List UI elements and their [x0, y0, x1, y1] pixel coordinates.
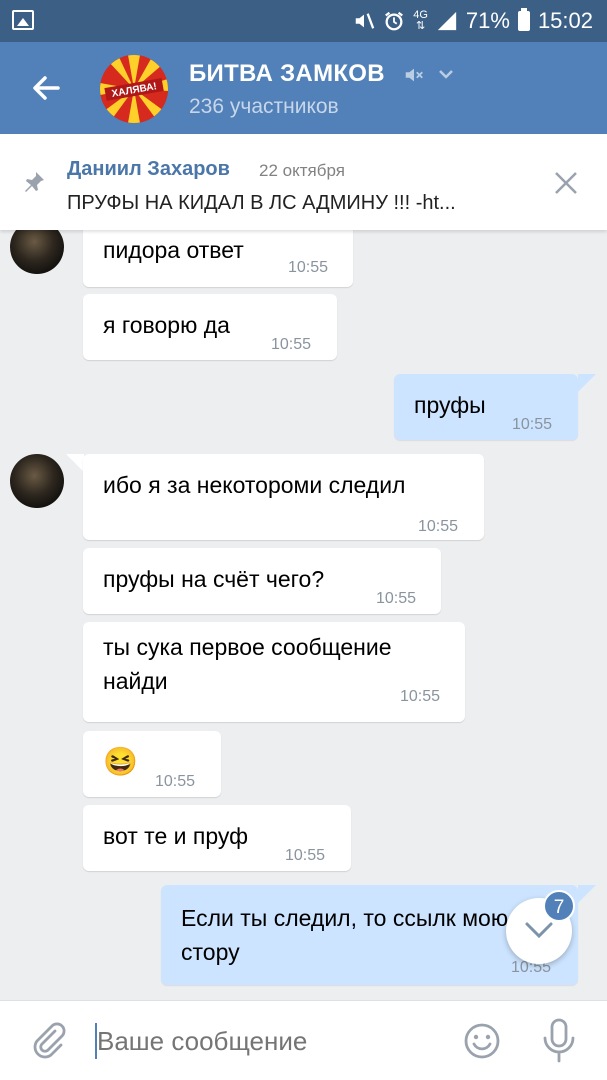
message-bubble-outgoing[interactable]: пруфы 10:55 [394, 374, 578, 440]
message-time: 10:55 [376, 590, 417, 607]
network-type: 4G ⇅ [413, 9, 428, 32]
message-time: 10:55 [155, 773, 196, 790]
pinned-text[interactable]: ПРУФЫ НА КИДАЛ В ЛС АДМИНУ !!! -ht... [67, 192, 527, 215]
message-text: пруфы на счёт чего? [103, 566, 325, 592]
bubble-tail [578, 374, 596, 392]
message-text: ибо я за некотороми следил [103, 472, 406, 498]
message-time: 10:55 [285, 847, 326, 864]
message-time: 10:55 [288, 259, 329, 276]
message-composer [0, 1000, 607, 1080]
message-bubble-incoming[interactable]: пруфы на счёт чего? 10:55 [83, 548, 441, 614]
message-time: 10:55 [271, 336, 312, 353]
message-text: пруфы [414, 392, 486, 418]
message-time: 10:55 [418, 518, 459, 535]
battery-icon [517, 8, 530, 31]
signal-icon [437, 11, 457, 31]
group-avatar[interactable]: ХАЛЯВА! [100, 55, 168, 123]
message-bubble-incoming[interactable]: 😆 10:55 [83, 731, 221, 797]
pinned-date: 22 октября [259, 161, 345, 180]
close-icon[interactable] [551, 168, 581, 198]
microphone-icon[interactable] [541, 1018, 577, 1064]
message-text: я говорю да [103, 312, 230, 338]
message-input[interactable] [97, 1023, 437, 1059]
unread-count-badge: 7 [543, 890, 575, 922]
chat-title[interactable]: БИТВА ЗАМКОВ [189, 60, 385, 88]
muted-icon [405, 68, 423, 82]
message-bubble-incoming[interactable]: я говорю да 10:55 [83, 294, 337, 360]
clock: 15:02 [537, 8, 593, 33]
laughing-emoji-icon: 😆 [103, 746, 138, 777]
bubble-tail [578, 885, 596, 903]
pin-icon [25, 172, 44, 192]
message-list[interactable]: пидора ответ 10:55 я говорю да 10:55 пру… [0, 230, 607, 1000]
message-time: 10:55 [400, 688, 441, 705]
paperclip-icon[interactable] [28, 1019, 68, 1059]
status-bar: 4G ⇅ 71% 15:02 [0, 0, 607, 42]
avatar[interactable] [10, 454, 64, 508]
avatar[interactable] [10, 230, 64, 274]
message-text: вот те и пруф [103, 823, 249, 849]
back-arrow-icon[interactable] [26, 68, 66, 108]
pinned-message[interactable]: Даниил Захаров 22 октября ПРУФЫ НА КИДАЛ… [0, 134, 607, 230]
message-text: Если ты следил, то ссылк мою стору [181, 905, 509, 965]
message-bubble-incoming[interactable]: ты сука первое сообщение найди 10:55 [83, 622, 465, 722]
message-bubble-incoming[interactable]: пидора ответ 10:55 [83, 230, 353, 287]
message-bubble-incoming[interactable]: вот те и пруф 10:55 [83, 805, 351, 871]
chevron-down-icon [525, 922, 553, 939]
smile-icon[interactable] [462, 1021, 502, 1061]
battery-percent: 71% [465, 8, 510, 33]
pinned-author[interactable]: Даниил Захаров [67, 158, 230, 181]
gallery-notification-icon [12, 10, 34, 30]
message-text: пидора ответ [103, 237, 244, 263]
message-bubble-incoming[interactable]: ибо я за некотороми следил 10:55 [83, 454, 484, 540]
members-count: 236 участников [189, 95, 339, 118]
bubble-tail [66, 454, 84, 472]
mute-status-icon [355, 13, 375, 29]
chevron-down-icon[interactable] [436, 64, 456, 84]
chat-header: ХАЛЯВА! БИТВА ЗАМКОВ 236 участников [0, 42, 607, 134]
group-logo-icon: ХАЛЯВА! [100, 55, 168, 123]
message-time: 10:55 [512, 416, 553, 433]
alarm-icon [385, 11, 404, 31]
